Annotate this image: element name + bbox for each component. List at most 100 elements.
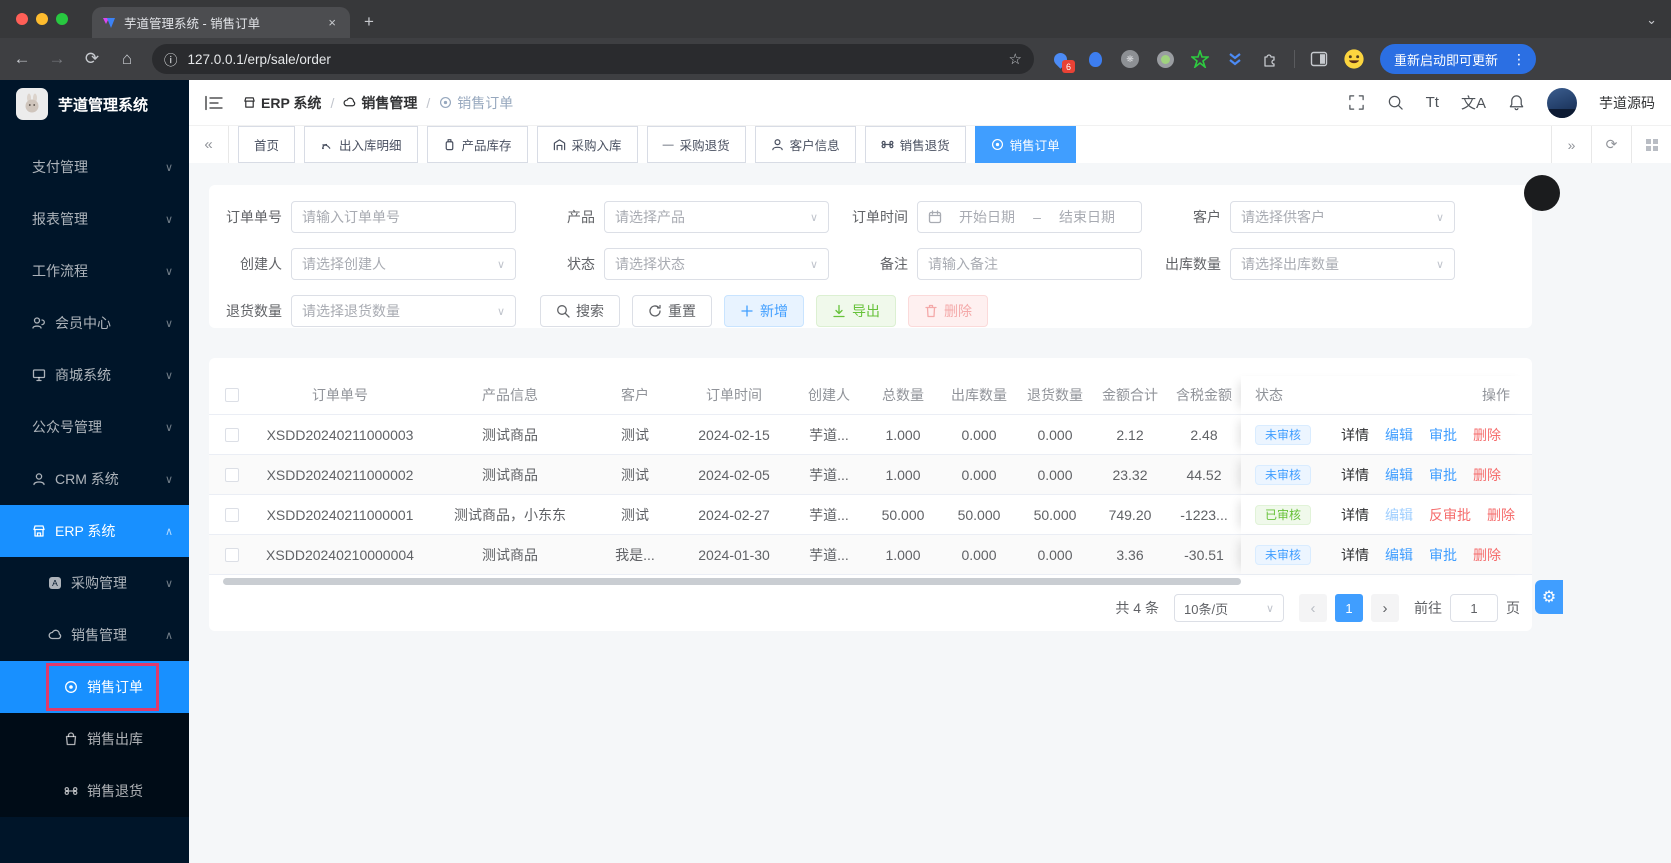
approve-link[interactable]: 审批 [1429,545,1457,565]
bookmark-star-icon[interactable]: ☆ [1009,50,1022,68]
tab-home[interactable]: 首页 [238,126,296,163]
row-checkbox[interactable] [209,495,255,534]
zoom-window-button[interactable] [56,13,68,25]
extension-star-icon[interactable] [1189,48,1211,70]
sidebar-item-workflow[interactable]: 工作流程 ∨ [0,245,189,297]
profile-emoji-avatar[interactable] [1343,48,1365,70]
minimize-window-button[interactable] [36,13,48,25]
return-count-select[interactable]: ∨ [291,295,516,327]
refresh-page-icon[interactable]: ⟳ [1591,126,1631,163]
sidebar-item-report[interactable]: 报表管理 ∨ [0,193,189,245]
extension-chevrons-icon[interactable] [1224,48,1246,70]
search-icon[interactable] [1387,94,1404,111]
export-button[interactable]: 导出 [816,295,896,327]
extension-dot-icon[interactable] [1154,48,1176,70]
tabs-scroll-right-icon[interactable]: » [1551,126,1591,163]
row-checkbox[interactable] [209,415,255,454]
forward-button[interactable]: → [47,49,67,69]
back-button[interactable]: ← [12,49,32,69]
browser-tab[interactable]: 芋道管理系统 - 销售订单 × [92,7,350,38]
next-page-button[interactable]: › [1371,594,1399,622]
collapse-sidebar-icon[interactable] [205,95,223,111]
fullscreen-icon[interactable] [1348,94,1365,111]
sidebar-item-mall[interactable]: 商城系统 ∨ [0,349,189,401]
tab-customer-info[interactable]: 客户信息 [754,126,856,163]
extensions-puzzle-icon[interactable] [1259,48,1281,70]
home-button[interactable]: ⌂ [117,49,137,69]
tab-sale-return[interactable]: 销售退货 [864,126,966,163]
start-date-placeholder[interactable]: 开始日期 [950,207,1024,227]
edit-link[interactable]: 编辑 [1385,425,1413,445]
page-number-1[interactable]: 1 [1335,594,1363,622]
tabs-menu-icon[interactable] [1631,126,1671,163]
horizontal-scrollbar[interactable] [223,578,1518,585]
status-select[interactable]: ∨ [604,248,829,280]
font-size-icon[interactable]: Tt [1426,94,1439,111]
out-count-select[interactable]: ∨ [1230,248,1455,280]
row-checkbox[interactable] [209,455,255,494]
tabs-scroll-left-icon[interactable]: « [189,126,229,163]
creator-select[interactable]: ∨ [291,248,516,280]
delete-link[interactable]: 删除 [1473,465,1501,485]
close-tab-icon[interactable]: × [324,15,340,30]
delete-link[interactable]: 删除 [1487,505,1515,525]
reload-button[interactable]: ⟳ [82,49,102,69]
add-button[interactable]: 新增 [724,295,804,327]
language-icon[interactable]: 文A [1461,92,1486,113]
browser-update-button[interactable]: 重新启动即可更新 ⋮ [1380,44,1537,74]
sidebar-item-sale-outbound[interactable]: 销售出库 [0,713,189,765]
side-panel-icon[interactable] [1308,48,1330,70]
site-info-icon[interactable]: ⓘ [164,49,178,69]
edit-link[interactable]: 编辑 [1385,465,1413,485]
sidebar-item-sale-return[interactable]: 销售退货 [0,765,189,817]
delete-link[interactable]: 删除 [1473,545,1501,565]
delete-link[interactable]: 删除 [1473,425,1501,445]
tab-purchase-in[interactable]: 采购入库 [536,126,638,163]
detail-link[interactable]: 详情 [1341,425,1369,445]
sidebar-item-purchase[interactable]: A 采购管理 ∨ [0,557,189,609]
extension-droplet-icon[interactable]: 6 [1049,48,1075,73]
close-window-button[interactable] [16,13,28,25]
remark-input[interactable] [917,248,1142,280]
customer-select[interactable]: ∨ [1230,201,1455,233]
username[interactable]: 芋道源码 [1599,93,1655,113]
new-tab-button[interactable]: + [364,12,374,32]
breadcrumb-item-sale[interactable]: 销售管理 [343,93,417,113]
order-no-input[interactable] [291,201,516,233]
browser-menu-kebab-icon[interactable]: ⋮ [1508,51,1530,68]
search-button[interactable]: 搜索 [540,295,620,327]
reset-button[interactable]: 重置 [632,295,712,327]
approve-link[interactable]: 审批 [1429,465,1457,485]
approve-link[interactable]: 审批 [1429,425,1457,445]
tab-search-icon[interactable]: ⌄ [1646,12,1657,28]
goto-page-input[interactable] [1450,594,1498,622]
tab-stock-detail[interactable]: 出入库明细 [304,126,418,163]
row-checkbox[interactable] [209,535,255,574]
detail-link[interactable]: 详情 [1341,545,1369,565]
app-logo[interactable]: 芋道管理系统 [0,80,189,128]
theme-settings-button[interactable]: ⚙ [1535,580,1563,614]
detail-link[interactable]: 详情 [1341,505,1369,525]
edit-link[interactable]: 编辑 [1385,545,1413,565]
extension-balloon-icon[interactable] [1084,48,1106,70]
detail-link[interactable]: 详情 [1341,465,1369,485]
breadcrumb-item-erp[interactable]: ERP 系统 [243,93,321,113]
address-bar[interactable]: ⓘ 127.0.0.1/erp/sale/order ☆ [152,44,1034,74]
window-controls[interactable] [16,13,68,25]
sidebar-item-crm[interactable]: CRM 系统 ∨ [0,453,189,505]
delete-button[interactable]: 删除 [908,295,988,327]
page-size-select[interactable]: 10条/页 ∨ [1174,594,1284,622]
order-time-range-picker[interactable]: 开始日期 – 结束日期 [917,201,1142,233]
unapprove-link[interactable]: 反审批 [1429,505,1471,525]
end-date-placeholder[interactable]: 结束日期 [1050,207,1124,227]
sidebar-item-pay[interactable]: 支付管理 ∨ [0,141,189,193]
sidebar-item-mp[interactable]: 公众号管理 ∨ [0,401,189,453]
notification-bell-icon[interactable] [1508,94,1525,111]
sidebar-item-sale-order[interactable]: 销售订单 [0,661,189,713]
tab-purchase-return[interactable]: — 采购退货 [646,126,746,163]
prev-page-button[interactable]: ‹ [1299,594,1327,622]
sidebar-item-erp[interactable]: ERP 系统 ∧ [0,505,189,557]
sidebar-item-sale[interactable]: 销售管理 ∧ [0,609,189,661]
user-avatar[interactable] [1547,87,1577,118]
tab-sale-order[interactable]: 销售订单 [974,126,1076,163]
